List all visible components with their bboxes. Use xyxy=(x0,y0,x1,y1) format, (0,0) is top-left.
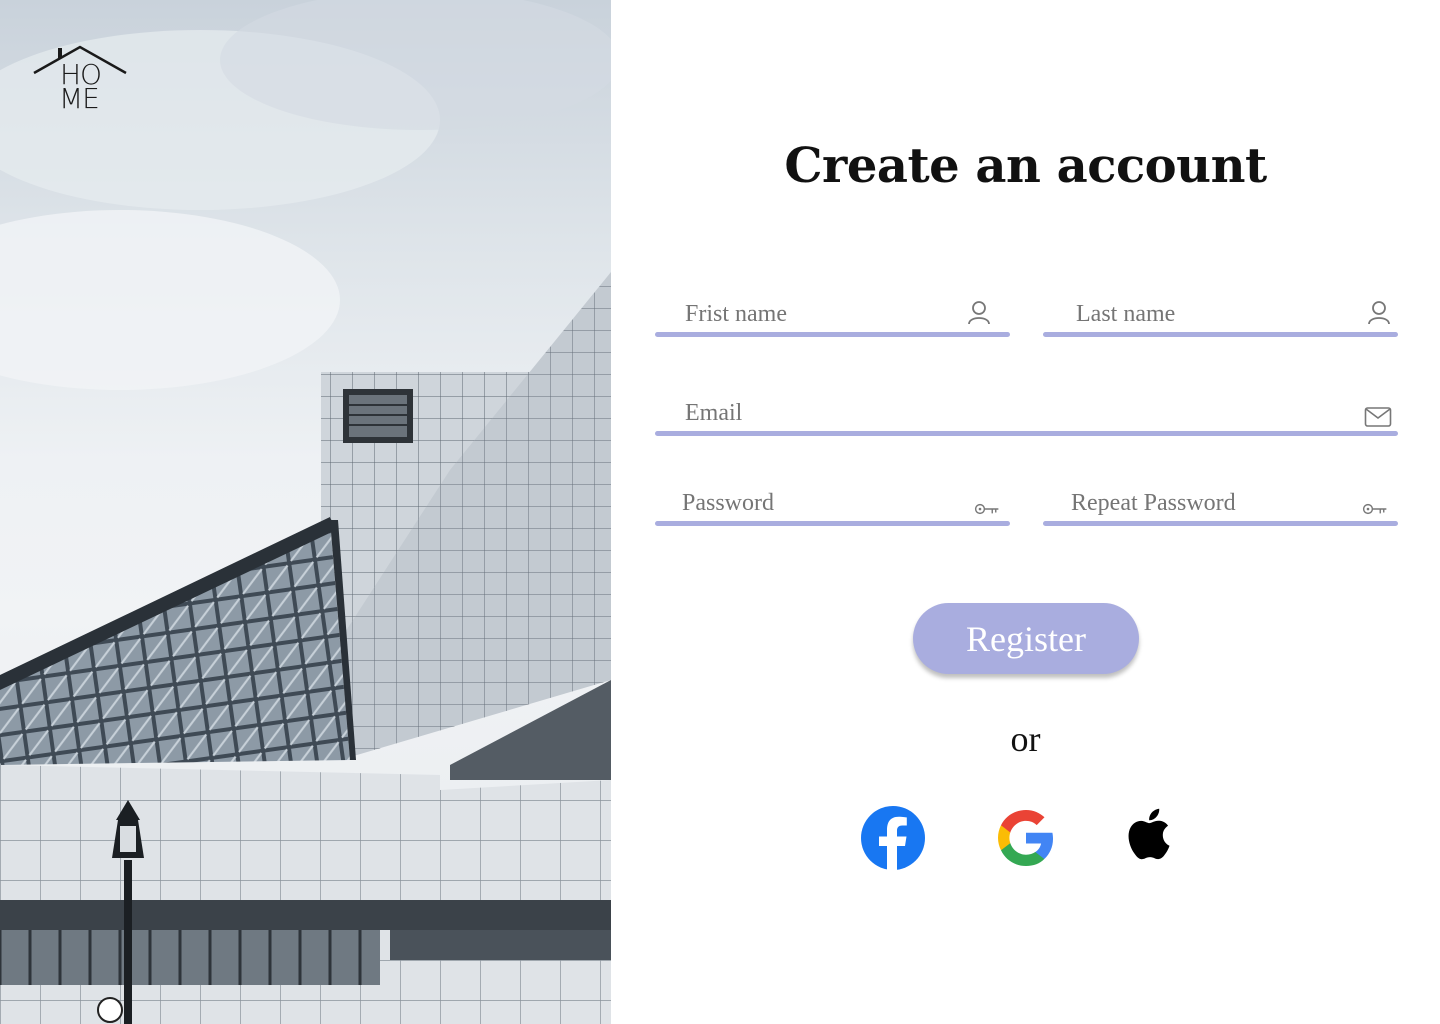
google-icon[interactable] xyxy=(993,805,1059,871)
password-field[interactable] xyxy=(655,482,1010,526)
first-name-underline xyxy=(655,332,1010,337)
page-title: Create an account xyxy=(784,138,1267,194)
repeat-password-input[interactable] xyxy=(1071,490,1341,517)
last-name-field[interactable] xyxy=(1043,293,1398,337)
repeat-password-field[interactable] xyxy=(1043,482,1398,526)
password-underline xyxy=(655,521,1010,526)
last-name-underline xyxy=(1043,332,1398,337)
key-icon xyxy=(1362,503,1387,515)
envelope-icon xyxy=(1364,407,1392,427)
first-name-field[interactable] xyxy=(655,293,1010,337)
home-logo[interactable]: HO ME xyxy=(32,44,128,114)
or-divider: or xyxy=(1010,719,1041,759)
first-name-input[interactable] xyxy=(685,301,955,328)
register-button[interactable]: Register xyxy=(913,603,1139,674)
email-field[interactable] xyxy=(655,392,1398,436)
user-icon xyxy=(1368,301,1390,325)
email-input[interactable] xyxy=(685,400,1285,427)
building-illustration xyxy=(0,0,611,1024)
email-underline xyxy=(655,431,1398,436)
facebook-icon[interactable] xyxy=(860,805,926,871)
hero-building-image: HO ME xyxy=(0,0,611,1024)
logo-text-bottom: ME xyxy=(59,82,100,115)
key-icon xyxy=(974,503,999,515)
repeat-password-underline xyxy=(1043,521,1398,526)
apple-icon[interactable] xyxy=(1117,800,1183,866)
user-icon xyxy=(968,301,990,325)
password-input[interactable] xyxy=(682,490,952,517)
last-name-input[interactable] xyxy=(1076,301,1346,328)
